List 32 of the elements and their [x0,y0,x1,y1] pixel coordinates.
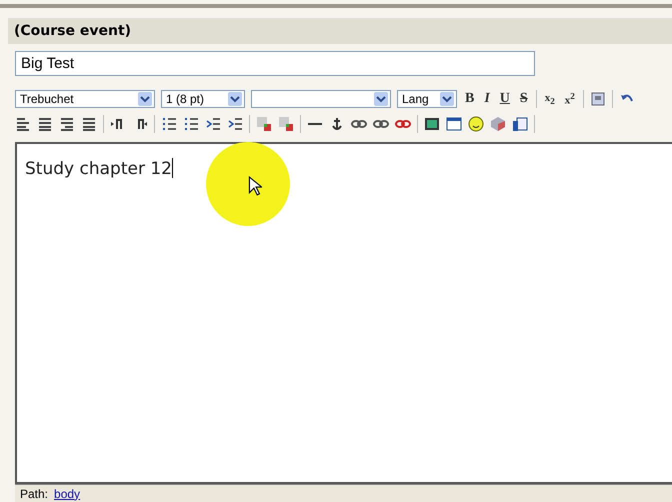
section-title: (Course event) [14,23,132,39]
super-button[interactable]: x$^{2}$ [562,91,577,107]
image-icon[interactable] [424,116,440,132]
align-right-icon[interactable] [59,116,75,132]
text-color-icon[interactable] [256,116,272,132]
sub-button[interactable]: x$_{2}$ [542,92,557,106]
name-field[interactable]: Big Test [15,51,535,76]
italic-button[interactable]: I [482,91,492,107]
cube-icon[interactable] [490,116,506,132]
dropdown[interactable] [251,90,391,108]
bullet-list-icon[interactable] [183,116,199,132]
text-editor[interactable]: Study chapter 12 [15,142,672,484]
mouse-pointer-icon [248,176,262,196]
paste-icon[interactable] [512,116,528,132]
align-center-icon[interactable] [37,116,53,132]
background-color-icon[interactable] [278,116,294,132]
dropdown[interactable]: 1 (8 pt) [161,90,245,108]
align-left-icon[interactable] [15,116,31,132]
bold-button[interactable]: B [463,91,476,107]
table-icon[interactable] [446,116,462,132]
indent-icon[interactable] [227,116,243,132]
path-link[interactable]: body [54,486,80,500]
strike-button[interactable]: S [518,91,530,107]
path-label: Path: [20,486,48,500]
text-cursor [172,158,173,178]
dropdown[interactable]: Trebuchet [15,90,155,108]
justify-icon[interactable] [81,116,97,132]
outdent-icon[interactable] [205,116,221,132]
dropdown[interactable]: Lang [397,90,457,108]
smiley-icon[interactable] [468,116,484,132]
editor-text: Study chapter 12 [25,159,172,179]
underline-button[interactable]: U [498,91,512,107]
